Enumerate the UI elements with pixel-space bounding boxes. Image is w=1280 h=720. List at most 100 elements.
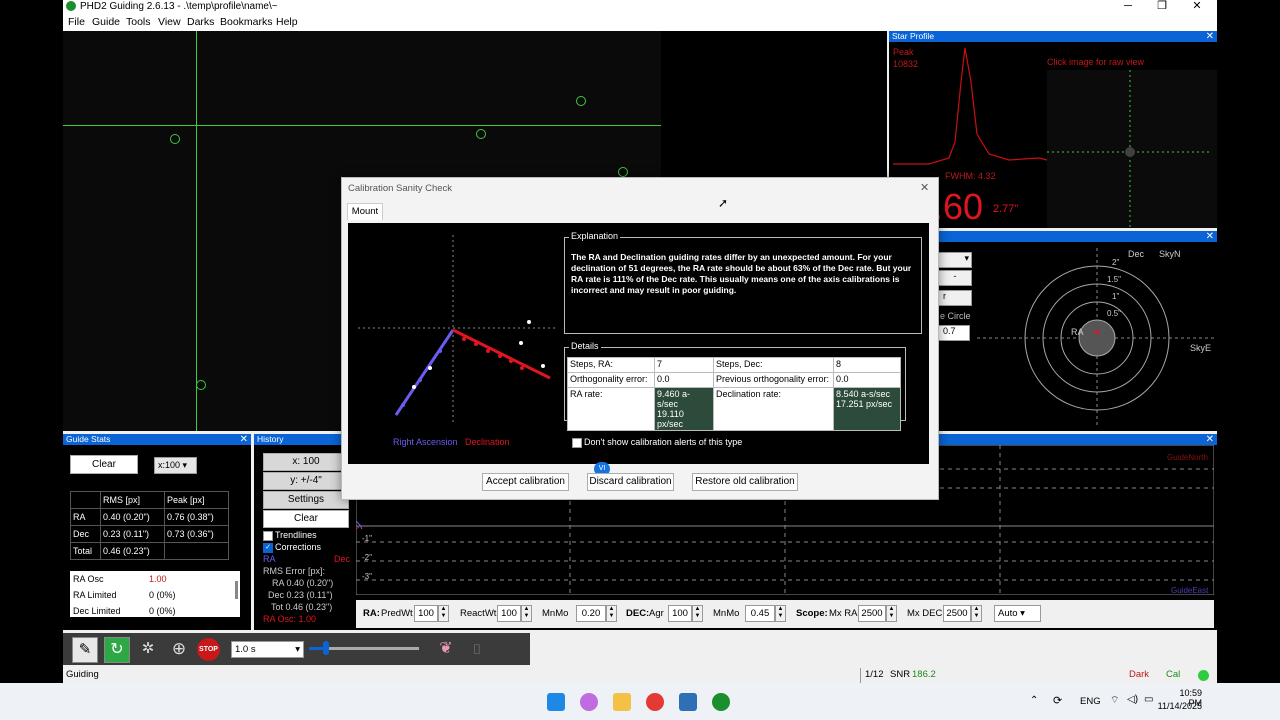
star-marker[interactable]: [576, 96, 586, 106]
mxra-spinner[interactable]: ▲ ▼: [886, 605, 897, 622]
star-marker[interactable]: [196, 380, 206, 390]
scrollbar[interactable]: [235, 581, 238, 599]
trendlines-checkbox[interactable]: [263, 531, 273, 541]
mxdec-input[interactable]: 2500: [943, 605, 971, 622]
phd2-taskbar-icon[interactable]: [712, 693, 730, 711]
maximize-button[interactable]: ❐: [1147, 0, 1177, 14]
reactwt-spinner[interactable]: ▲ ▼: [521, 605, 532, 622]
tab-mount[interactable]: Mount: [347, 203, 383, 220]
mxra-label: Mx RA: [829, 608, 858, 619]
dialog-title: Calibration Sanity Check: [348, 183, 453, 194]
ra-osc-readout: RA Osc: 1.00: [263, 614, 317, 624]
clock-date[interactable]: 11/14/2025: [1152, 701, 1202, 711]
graph-label: -1": [362, 534, 372, 543]
history-clear-button[interactable]: Clear: [263, 510, 349, 528]
history-settings-button[interactable]: Settings: [263, 491, 349, 509]
predwt-input[interactable]: 100: [414, 605, 438, 622]
reactwt-input[interactable]: 100: [497, 605, 521, 622]
auto-star-icon[interactable]: ✲: [136, 637, 160, 661]
osc-value: 0 (0%): [149, 606, 176, 616]
menu-tools[interactable]: Tools: [126, 16, 151, 28]
close-icon[interactable]: ✕: [240, 434, 248, 445]
windows-start-icon[interactable]: [547, 693, 565, 711]
explanation-text: The RA and Declination guiding rates dif…: [571, 252, 912, 295]
close-button[interactable]: ✕: [1182, 0, 1212, 14]
exposure-dropdown[interactable]: 1.0 s ▾: [231, 641, 304, 658]
rms-ra: RA 0.40 (0.20"): [272, 578, 334, 588]
file-explorer-icon[interactable]: [613, 693, 631, 711]
stats-clear-button[interactable]: Clear: [70, 455, 138, 474]
mouse-cursor-icon: ➚: [718, 196, 729, 210]
target-tick-label: 1": [1112, 292, 1120, 301]
mxdec-spinner[interactable]: ▲ ▼: [971, 605, 982, 622]
gamma-slider-handle[interactable]: [323, 641, 329, 655]
chrome-icon[interactable]: [646, 693, 664, 711]
camera-icon[interactable]: ⌷: [465, 637, 489, 661]
menu-bookmarks[interactable]: Bookmarks: [220, 16, 273, 28]
scale-circle-input[interactable]: 0.7: [938, 325, 970, 341]
mnmo-label: MnMo: [542, 608, 569, 619]
mnmo-dec-spinner[interactable]: ▲ ▼: [775, 605, 786, 622]
menu-darks[interactable]: Darks: [187, 16, 214, 28]
target-tick-label: 2": [1112, 258, 1120, 267]
osc-list[interactable]: RA Osc 1.00 RA Limited 0 (0%) Dec Limite…: [70, 571, 240, 617]
pencil-icon[interactable]: ✎: [72, 637, 98, 663]
guide-stats-header: Guide Stats ✕: [63, 434, 251, 445]
menu-file[interactable]: File: [68, 16, 85, 28]
explanation-header: Explanation: [569, 231, 621, 241]
star-marker[interactable]: [618, 167, 628, 177]
y-scale-dropdown[interactable]: y: +/-4": [263, 472, 349, 490]
stop-icon[interactable]: STOP: [197, 638, 220, 661]
osc-label: RA Limited: [73, 590, 117, 600]
dialog-close-icon[interactable]: ✕: [920, 181, 929, 194]
close-icon[interactable]: ✕: [1206, 31, 1214, 42]
frame-counter: 1/12: [865, 669, 884, 680]
mxra-input[interactable]: 2500: [858, 605, 886, 622]
minimize-button[interactable]: ─: [1113, 0, 1143, 14]
dec-series-label: Dec: [334, 554, 351, 564]
mnmo-ra-input[interactable]: 0.20: [576, 605, 606, 622]
mode-dropdown[interactable]: Auto ▾: [994, 605, 1041, 622]
guide-target-icon[interactable]: ⊕: [167, 637, 191, 661]
table-row: RA 0.40 (0.20") 0.76 (0.38"): [70, 508, 229, 526]
agr-spinner[interactable]: ▲ ▼: [692, 605, 703, 622]
ra-axis-label: RA: [1071, 327, 1084, 337]
osc-label: RA Osc: [73, 574, 104, 584]
close-icon[interactable]: ✕: [1206, 231, 1214, 242]
accept-calibration-button[interactable]: Accept calibration: [482, 473, 569, 491]
stats-scale-dropdown[interactable]: x:100 ▾: [154, 457, 197, 474]
dont-show-checkbox[interactable]: [572, 438, 582, 448]
stats-table: RMS [px] Peak [px] RA 0.40 (0.20") 0.76 (0.…: [70, 491, 229, 560]
restore-calibration-button[interactable]: Restore old calibration: [692, 473, 798, 491]
volume-icon[interactable]: ◁): [1127, 694, 1138, 705]
target-button[interactable]: r: [938, 290, 972, 306]
details-header: Details: [569, 341, 601, 351]
hfd-arcsec: 2.77": [993, 203, 1019, 215]
language-indicator[interactable]: ENG: [1080, 696, 1101, 707]
agr-input[interactable]: 100: [668, 605, 692, 622]
store-icon[interactable]: [679, 693, 697, 711]
brain-icon[interactable]: ❦: [434, 637, 458, 661]
star-marker[interactable]: [476, 129, 486, 139]
discard-calibration-button[interactable]: Discard calibration: [587, 473, 674, 491]
copilot-icon[interactable]: [580, 693, 598, 711]
target-minus-button[interactable]: -: [938, 270, 972, 286]
corrections-checkbox[interactable]: ✓: [263, 543, 273, 553]
loop-icon[interactable]: ↻: [104, 637, 130, 663]
menu-help[interactable]: Help: [276, 16, 298, 28]
chevron-up-icon[interactable]: ⌃: [1030, 695, 1038, 706]
close-icon[interactable]: ✕: [1206, 434, 1214, 445]
predwt-spinner[interactable]: ▲ ▼: [438, 605, 449, 622]
mnmo-dec-input[interactable]: 0.45: [745, 605, 775, 622]
osc-value: 0 (0%): [149, 590, 176, 600]
target-zoom-dropdown[interactable]: ▾: [938, 252, 972, 268]
title-bar: PHD2 Guiding 2.6.13 - .\temp\profile\nam…: [63, 0, 1217, 14]
menu-view[interactable]: View: [158, 16, 181, 28]
mnmo-ra-spinner[interactable]: ▲ ▼: [606, 605, 617, 622]
sync-icon[interactable]: ⟳: [1053, 694, 1062, 707]
x-scale-dropdown[interactable]: x: 100: [263, 453, 349, 471]
menu-guide[interactable]: Guide: [92, 16, 120, 28]
star-marker[interactable]: [170, 134, 180, 144]
reactwt-label: ReactWt: [460, 608, 497, 619]
wifi-icon[interactable]: ⌔: [1110, 694, 1119, 707]
